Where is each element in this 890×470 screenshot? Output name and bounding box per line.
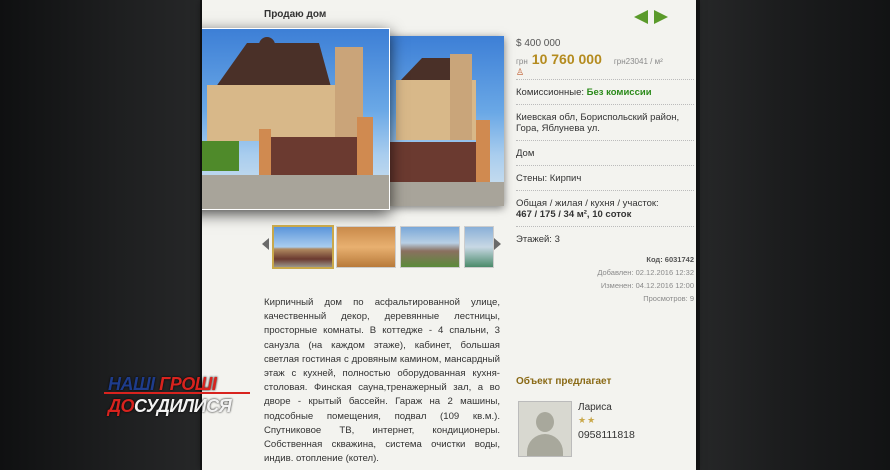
tv-show-logo: НАШІ ГРОШІ ДОСУДИЛИСЯ	[104, 372, 254, 422]
added-date: Добавлен: 02.12.2016 12:32	[597, 268, 694, 277]
code-label: Код:	[646, 255, 663, 264]
arrow-right-icon[interactable]	[654, 10, 668, 24]
agent-section-title: Объект предлагает	[516, 376, 612, 387]
commission-value: Без комиссии	[586, 87, 652, 98]
listing-meta: Код: 6031742 Добавлен: 02.12.2016 12:32 …	[516, 251, 694, 305]
area-label: Общая / жилая / кухня / участок:	[516, 198, 659, 209]
agent-rating-stars: ★★	[578, 415, 597, 425]
thumbnail-3[interactable]	[400, 226, 460, 268]
logo-word-3: ДО	[108, 396, 135, 416]
avatar-placeholder-icon[interactable]	[518, 401, 572, 457]
listing-description: Кирпичный дом по асфальтированной улице,…	[264, 297, 500, 465]
floors: Этажей: 3	[516, 226, 694, 251]
commission-row: Комиссионные: Без комиссии	[516, 79, 694, 104]
thumbnail-prev-icon[interactable]	[262, 238, 269, 250]
thumbnail-4[interactable]	[464, 226, 494, 268]
agent-name[interactable]: Лариса	[578, 402, 612, 413]
commission-label: Комиссионные:	[516, 87, 584, 98]
thumbnail-1[interactable]	[272, 225, 334, 269]
area-row: Общая / жилая / кухня / участок: 467 / 1…	[516, 190, 694, 226]
address: Киевская обл, Бориспольский район, Гора,…	[516, 104, 694, 140]
thumbnail-2[interactable]	[336, 226, 396, 268]
walls: Стены: Кирпич	[516, 165, 694, 190]
property-type: Дом	[516, 140, 694, 165]
views-count: Просмотров: 9	[643, 294, 694, 303]
listing-details: $ 400 000 грн 10 760 000 грн23041 / м² ♙…	[516, 38, 694, 305]
listing-navigation	[634, 10, 668, 24]
logo-word-4: СУДИЛИСЯ	[134, 396, 232, 416]
code-value: 6031742	[664, 255, 694, 264]
person-icon: ♙	[516, 67, 525, 77]
gallery-main-photo[interactable]: 5	[202, 28, 390, 210]
listing-heading: Продаю дом	[264, 9, 327, 20]
listing-page: Продаю дом 5	[202, 0, 696, 470]
logo-divider	[104, 392, 250, 394]
price-per-m2: грн23041 / м²	[613, 57, 663, 66]
gallery-secondary-photo[interactable]	[388, 36, 504, 206]
price-uah: 10 760 000	[531, 51, 602, 67]
price-usd: $ 400 000	[516, 38, 561, 49]
logo-word-1: НАШІ	[108, 374, 155, 394]
agent-phone[interactable]: 0958111818	[578, 429, 635, 441]
gallery-thumbnails	[248, 220, 502, 274]
changed-date: Изменен: 04.12.2016 12:00	[600, 281, 694, 290]
thumbnail-next-icon[interactable]	[494, 238, 501, 250]
logo-word-2: ГРОШІ	[159, 374, 217, 394]
price-uah-label: грн	[516, 57, 528, 66]
background-right	[700, 0, 890, 470]
area-value: 467 / 175 / 34 м², 10 соток	[516, 209, 632, 220]
arrow-left-icon[interactable]	[634, 10, 648, 24]
